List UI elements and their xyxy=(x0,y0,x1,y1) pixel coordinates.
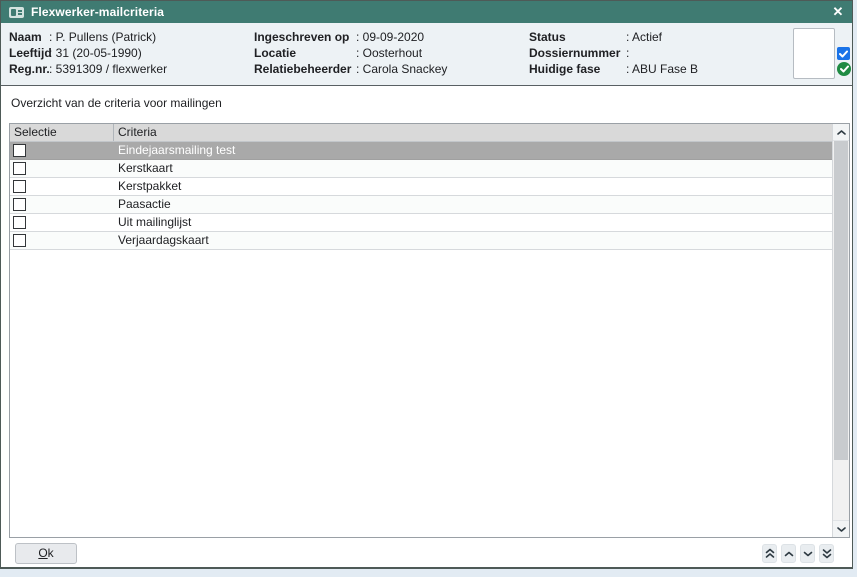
table-header-row: Selectie Criteria xyxy=(10,124,832,142)
table-row[interactable]: Kerstpakket xyxy=(10,178,832,196)
table-row[interactable]: Eindejaarsmailing test xyxy=(10,142,832,160)
last-record-icon[interactable] xyxy=(819,544,834,563)
info-label: Ingeschreven op xyxy=(254,29,356,45)
criteria-table: Selectie Criteria Eindejaarsmailing test… xyxy=(9,123,850,538)
criteria-cell: Eindejaarsmailing test xyxy=(114,142,832,159)
selection-cell xyxy=(10,144,114,157)
selection-cell xyxy=(10,216,114,229)
contact-card-icon xyxy=(9,7,24,18)
column-header-selectie: Selectie xyxy=(10,124,114,141)
blue-checked-checkbox-icon xyxy=(837,47,850,60)
table-row[interactable]: Kerstkaart xyxy=(10,160,832,178)
row-checkbox[interactable] xyxy=(13,180,26,193)
ok-button-rest: k xyxy=(48,546,54,560)
info-label: Dossiernummer xyxy=(529,45,626,61)
info-row-relatiebeheerder: Relatiebeheerder : Carola Snackey xyxy=(254,61,447,77)
selection-cell xyxy=(10,198,114,211)
ok-button-accesskey: O xyxy=(38,546,47,560)
person-info-header: Naam : P. Pullens (Patrick) Leeftijd : 3… xyxy=(1,23,852,86)
row-checkbox[interactable] xyxy=(13,162,26,175)
info-value: : ABU Fase B xyxy=(626,61,698,77)
info-label: Leeftijd xyxy=(9,45,49,61)
info-row-dossiernummer: Dossiernummer : xyxy=(529,45,698,61)
row-checkbox[interactable] xyxy=(13,216,26,229)
info-label: Huidige fase xyxy=(529,61,626,77)
dialog-window: Flexwerker-mailcriteria ✕ Naam : P. Pull… xyxy=(0,0,853,569)
info-column-personal: Naam : P. Pullens (Patrick) Leeftijd : 3… xyxy=(9,29,167,77)
table-row[interactable]: Uit mailinglijst xyxy=(10,214,832,232)
info-value: : P. Pullens (Patrick) xyxy=(49,29,156,45)
info-value: : Carola Snackey xyxy=(356,61,447,77)
info-column-status: Status : Actief Dossiernummer : Huidige … xyxy=(529,29,698,77)
first-record-icon[interactable] xyxy=(762,544,777,563)
info-value: : 09-09-2020 xyxy=(356,29,424,45)
scroll-up-icon[interactable] xyxy=(833,124,849,141)
info-value: : Oosterhout xyxy=(356,45,422,61)
info-row-huidige-fase: Huidige fase : ABU Fase B xyxy=(529,61,698,77)
ok-button[interactable]: Ok xyxy=(15,543,77,564)
info-label: Reg.nr. xyxy=(9,61,49,77)
selection-cell xyxy=(10,234,114,247)
green-check-circle-icon xyxy=(837,62,851,76)
window-title: Flexwerker-mailcriteria xyxy=(31,5,826,19)
info-row-regnr: Reg.nr. : 5391309 / flexwerker xyxy=(9,61,167,77)
close-icon[interactable]: ✕ xyxy=(826,4,850,20)
criteria-overview-caption: Overzicht van de criteria voor mailingen xyxy=(11,96,222,110)
info-row-locatie: Locatie : Oosterhout xyxy=(254,45,447,61)
row-checkbox[interactable] xyxy=(13,198,26,211)
info-label: Naam xyxy=(9,29,49,45)
selection-cell xyxy=(10,162,114,175)
info-row-status: Status : Actief xyxy=(529,29,698,45)
criteria-cell: Kerstkaart xyxy=(114,160,832,177)
vertical-scrollbar[interactable] xyxy=(832,124,849,537)
row-checkbox[interactable] xyxy=(13,144,26,157)
criteria-cell: Uit mailinglijst xyxy=(114,214,832,231)
criteria-cell: Paasactie xyxy=(114,196,832,213)
dialog-content: Overzicht van de criteria voor mailingen… xyxy=(1,87,852,567)
table-row[interactable]: Paasactie xyxy=(10,196,832,214)
info-value: : xyxy=(626,45,629,61)
info-column-registration: Ingeschreven op : 09-09-2020 Locatie : O… xyxy=(254,29,447,77)
scroll-down-icon[interactable] xyxy=(833,520,849,537)
titlebar: Flexwerker-mailcriteria ✕ xyxy=(1,1,852,23)
info-value: : Actief xyxy=(626,29,662,45)
info-row-ingeschreven: Ingeschreven op : 09-09-2020 xyxy=(254,29,447,45)
info-value: : 31 (20-05-1990) xyxy=(49,45,142,61)
criteria-cell: Kerstpakket xyxy=(114,178,832,195)
scrollbar-thumb[interactable] xyxy=(834,141,848,460)
criteria-cell: Verjaardagskaart xyxy=(114,232,832,249)
column-header-criteria: Criteria xyxy=(114,124,832,141)
previous-record-icon[interactable] xyxy=(781,544,796,563)
info-label: Status xyxy=(529,29,626,45)
info-row-naam: Naam : P. Pullens (Patrick) xyxy=(9,29,167,45)
photo-placeholder xyxy=(793,28,835,79)
table-rows: Eindejaarsmailing test Kerstkaart Kerstp… xyxy=(10,142,832,250)
info-row-leeftijd: Leeftijd : 31 (20-05-1990) xyxy=(9,45,167,61)
status-flag-column xyxy=(837,47,851,76)
next-record-icon[interactable] xyxy=(800,544,815,563)
info-value: : 5391309 / flexwerker xyxy=(49,61,167,77)
row-checkbox[interactable] xyxy=(13,234,26,247)
table-row[interactable]: Verjaardagskaart xyxy=(10,232,832,250)
info-label: Relatiebeheerder xyxy=(254,61,356,77)
info-label: Locatie xyxy=(254,45,356,61)
record-navigation xyxy=(762,544,834,563)
selection-cell xyxy=(10,180,114,193)
